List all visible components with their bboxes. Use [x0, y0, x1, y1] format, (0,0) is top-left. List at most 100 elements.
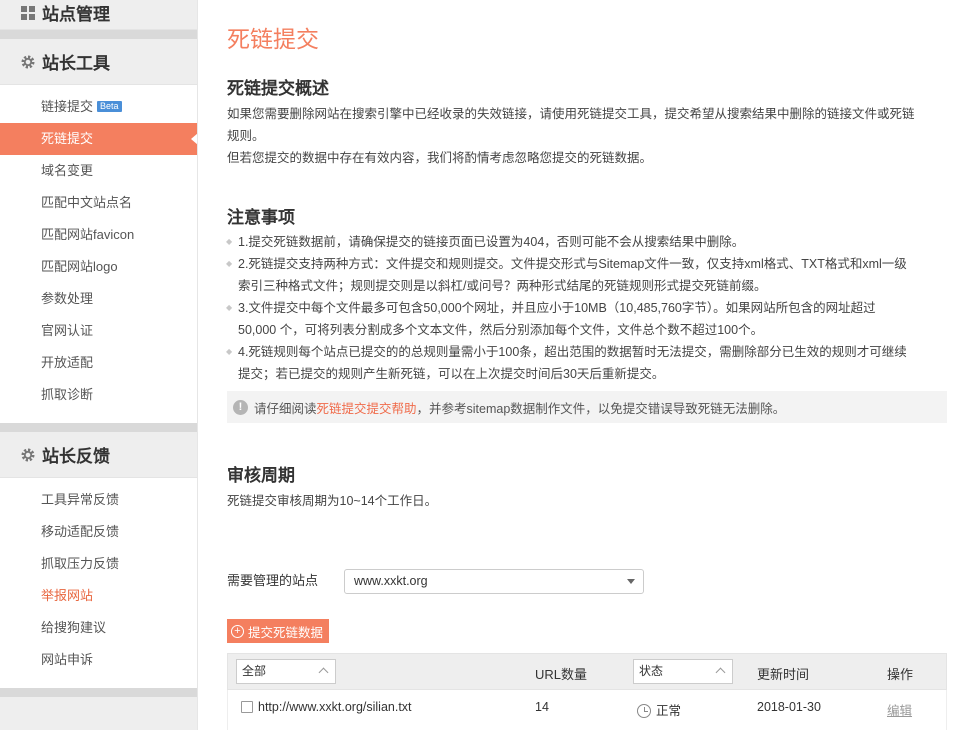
overview-heading: 死链提交概述: [227, 79, 329, 98]
overview-line: 如果您需要删除网站在搜索引擎中已经收录的失效链接，请使用死链提交工具，提交希望从…: [227, 107, 915, 121]
sidebar-item-report-site[interactable]: 举报网站: [0, 580, 197, 612]
edit-link[interactable]: 编辑: [887, 704, 912, 718]
sidebar-item-dead-link-submit[interactable]: 死链提交: [0, 123, 197, 155]
col-update-time: 更新时间: [757, 667, 810, 682]
grid-icon: [20, 5, 36, 21]
sidebar-section-more[interactable]: [0, 697, 197, 730]
sidebar-item-open-adapt[interactable]: 开放适配: [0, 347, 197, 379]
note-line: 1.提交死链数据前，请确保提交的链接页面已设置为404，否则可能不会从搜索结果中…: [238, 235, 745, 249]
row-time: 2018-01-30: [757, 700, 821, 714]
sidebar-item-label: 给搜狗建议: [41, 620, 107, 635]
sidebar-item-label: 移动适配反馈: [41, 524, 120, 539]
site-select-label: 需要管理的站点: [227, 573, 319, 588]
sidebar-item-match-site-name[interactable]: 匹配中文站点名: [0, 187, 197, 219]
sidebar-section-title: 站点管理: [42, 5, 110, 24]
cycle-text: 死链提交审核周期为10~14个工作日。: [227, 494, 438, 508]
divider: [0, 688, 197, 697]
overview-line: 但若您提交的数据中存在有效内容，我们将酌情考虑忽略您提交的死链数据。: [227, 151, 653, 165]
notice-prefix: 请仔细阅读: [254, 401, 317, 416]
sidebar-item-label: 死链提交: [41, 131, 94, 146]
sidebar-section-site-management[interactable]: 站点管理: [0, 0, 197, 30]
sidebar-item-label: 抓取诊断: [41, 387, 94, 402]
page-title: 死链提交: [227, 26, 319, 52]
help-link[interactable]: 死链提交提交帮助: [317, 398, 417, 417]
sidebar-item-label: 匹配网站favicon: [41, 227, 135, 242]
caret-down-icon: [627, 579, 635, 584]
table-row: http://www.xxkt.org/silian.txt 14 正常 201…: [227, 690, 947, 730]
note-item: 2.死链提交支持两种方式：文件提交和规则提交。文件提交形式与Sitemap文件一…: [226, 253, 947, 297]
sidebar-item-official-cert[interactable]: 官网认证: [0, 315, 197, 347]
type-filter-select[interactable]: 全部: [236, 659, 336, 684]
exclamation-icon: !: [233, 399, 248, 415]
site-select[interactable]: www.xxkt.org: [344, 569, 644, 594]
overview-line: 规则。: [227, 129, 265, 143]
notes-heading: 注意事项: [227, 208, 295, 227]
sidebar-item-mobile-adapt[interactable]: 移动适配反馈: [0, 516, 197, 548]
note-line: 2.死链提交支持两种方式：文件提交和规则提交。文件提交形式与Sitemap文件一…: [238, 257, 907, 271]
sidebar-feedback-list: 工具异常反馈 移动适配反馈 抓取压力反馈 举报网站 给搜狗建议 网站申诉: [0, 478, 197, 688]
sidebar: 站点管理 站长工具 链接提交 Beta 死链提交 域名变更 匹配中文站点名 匹配网…: [0, 0, 198, 730]
sidebar-item-match-favicon[interactable]: 匹配网站favicon: [0, 219, 197, 251]
note-line: 4.死链规则每个站点已提交的的总规则量需小于100条，超出范围的数据暂时无法提交…: [238, 345, 907, 359]
row-status-label: 正常: [656, 704, 682, 718]
beta-badge: Beta: [97, 101, 122, 112]
divider: [0, 30, 197, 39]
chevron-up-icon: [715, 667, 726, 678]
sidebar-item-label: 抓取压力反馈: [41, 556, 120, 571]
help-notice: ! 请仔细阅读 死链提交提交帮助 ，并参考sitemap数据制作文件，以免提交错误导…: [227, 391, 947, 423]
status-filter-value: 状态: [639, 664, 664, 678]
sidebar-item-label: 匹配网站logo: [41, 259, 118, 274]
sidebar-item-label: 工具异常反馈: [41, 492, 120, 507]
sidebar-item-suggestion[interactable]: 给搜狗建议: [0, 612, 197, 644]
clock-icon: [637, 704, 651, 718]
sidebar-item-label: 网站申诉: [41, 652, 94, 667]
sidebar-section-title: 站长工具: [42, 54, 110, 73]
row-url: http://www.xxkt.org/silian.txt: [258, 700, 412, 714]
sidebar-item-label: 匹配中文站点名: [41, 195, 133, 210]
site-select-value: www.xxkt.org: [354, 574, 428, 588]
row-count: 14: [535, 700, 549, 714]
row-checkbox[interactable]: [241, 701, 253, 713]
sidebar-item-label: 开放适配: [41, 355, 94, 370]
note-line: 提交；若已提交的规则产生新死链，可以在上次提交时间后30天后重新提交。: [238, 367, 665, 381]
sidebar-tools-list: 链接提交 Beta 死链提交 域名变更 匹配中文站点名 匹配网站favicon 匹…: [0, 85, 197, 423]
sidebar-item-label: 举报网站: [41, 588, 94, 603]
divider: [0, 423, 197, 432]
notes-list: 1.提交死链数据前，请确保提交的链接页面已设置为404，否则可能不会从搜索结果中…: [226, 231, 947, 385]
sidebar-item-label: 官网认证: [41, 323, 94, 338]
gear-icon: [20, 54, 36, 70]
submit-dead-link-button[interactable]: + 提交死链数据: [227, 619, 330, 643]
status-filter-select[interactable]: 状态: [633, 659, 733, 684]
sidebar-item-label: 链接提交: [41, 99, 94, 114]
notice-suffix: ，并参考sitemap数据制作文件，以免提交错误导致死链无法删除。: [416, 401, 786, 416]
sidebar-item-crawl-pressure[interactable]: 抓取压力反馈: [0, 548, 197, 580]
sidebar-section-feedback[interactable]: 站长反馈: [0, 432, 197, 478]
note-line: 3.文件提交中每个文件最多可包含50,000个网址，并且应小于10MB（10,4…: [238, 301, 876, 315]
sidebar-item-label: 参数处理: [41, 291, 94, 306]
plus-circle-icon: +: [231, 624, 244, 638]
sidebar-item-domain-change[interactable]: 域名变更: [0, 155, 197, 187]
note-item: 1.提交死链数据前，请确保提交的链接页面已设置为404，否则可能不会从搜索结果中…: [226, 231, 947, 253]
submit-button-label: 提交死链数据: [248, 625, 324, 640]
sidebar-section-tools[interactable]: 站长工具: [0, 39, 197, 85]
sidebar-item-link-submit[interactable]: 链接提交 Beta: [0, 91, 197, 123]
row-status: 正常: [637, 700, 681, 719]
sidebar-item-crawl-diagnosis[interactable]: 抓取诊断: [0, 379, 197, 411]
table-header: 全部 URL数量 状态 更新时间 操作: [227, 653, 947, 690]
sidebar-item-params[interactable]: 参数处理: [0, 283, 197, 315]
sidebar-section-title: 站长反馈: [42, 447, 110, 466]
overview-text: 如果您需要删除网站在搜索引擎中已经收录的失效链接，请使用死链提交工具，提交希望从…: [227, 103, 947, 169]
gear-icon: [20, 447, 36, 463]
chevron-up-icon: [318, 667, 329, 678]
col-url-count: URL数量: [535, 667, 588, 682]
note-item: 3.文件提交中每个文件最多可包含50,000个网址，并且应小于10MB（10,4…: [226, 297, 947, 341]
col-action: 操作: [887, 667, 914, 682]
sidebar-item-tool-issue[interactable]: 工具异常反馈: [0, 484, 197, 516]
note-item: 4.死链规则每个站点已提交的的总规则量需小于100条，超出范围的数据暂时无法提交…: [226, 341, 947, 385]
sidebar-item-label: 域名变更: [41, 163, 94, 178]
sidebar-item-appeal[interactable]: 网站申诉: [0, 644, 197, 676]
cycle-heading: 审核周期: [227, 466, 295, 485]
note-line: 50,000 个，可将列表分割成多个文本文件，然后分别添加每个文件，文件总个数不…: [238, 323, 764, 337]
note-line: 索引三种格式文件；规则提交则是以斜杠/或问号？两种形式结尾的死链规则形式提交死链…: [238, 279, 767, 293]
sidebar-item-match-logo[interactable]: 匹配网站logo: [0, 251, 197, 283]
